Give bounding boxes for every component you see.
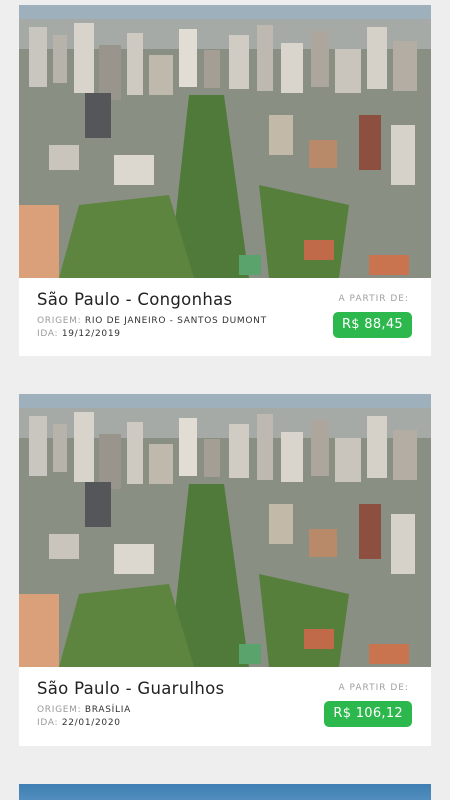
flight-info: São Paulo - Guarulhos ORIGEM: BRASÍLIA I… <box>19 667 431 745</box>
price-label: A PARTIR DE: <box>338 294 409 304</box>
origin-label: ORIGEM: <box>37 316 82 326</box>
date-label: IDA: <box>37 329 59 339</box>
city-photo <box>19 5 431 278</box>
date-label: IDA: <box>37 718 59 728</box>
date-value: 19/12/2019 <box>61 329 121 339</box>
city-photo <box>19 394 431 667</box>
origin-value: RIO DE JANEIRO - SANTOS DUMONT <box>84 316 267 326</box>
date-value: 22/01/2020 <box>61 718 121 728</box>
price-button[interactable]: R$ 106,12 <box>324 701 412 727</box>
origin-value: BRASÍLIA <box>84 705 131 715</box>
flight-info: São Paulo - Congonhas ORIGEM: RIO DE JAN… <box>19 278 431 356</box>
flight-card[interactable]: São Paulo - Guarulhos ORIGEM: BRASÍLIA I… <box>19 394 431 746</box>
flight-card[interactable]: São Paulo - Congonhas ORIGEM: RIO DE JAN… <box>19 5 431 356</box>
city-aerial-image <box>19 5 431 278</box>
price-button[interactable]: R$ 88,45 <box>332 312 412 338</box>
flight-offers-list: São Paulo - Congonhas ORIGEM: RIO DE JAN… <box>0 0 450 800</box>
origin-label: ORIGEM: <box>37 705 82 715</box>
flight-card[interactable] <box>19 784 431 800</box>
city-aerial-image <box>19 394 431 667</box>
price-label: A PARTIR DE: <box>338 683 409 693</box>
city-photo <box>19 784 431 800</box>
